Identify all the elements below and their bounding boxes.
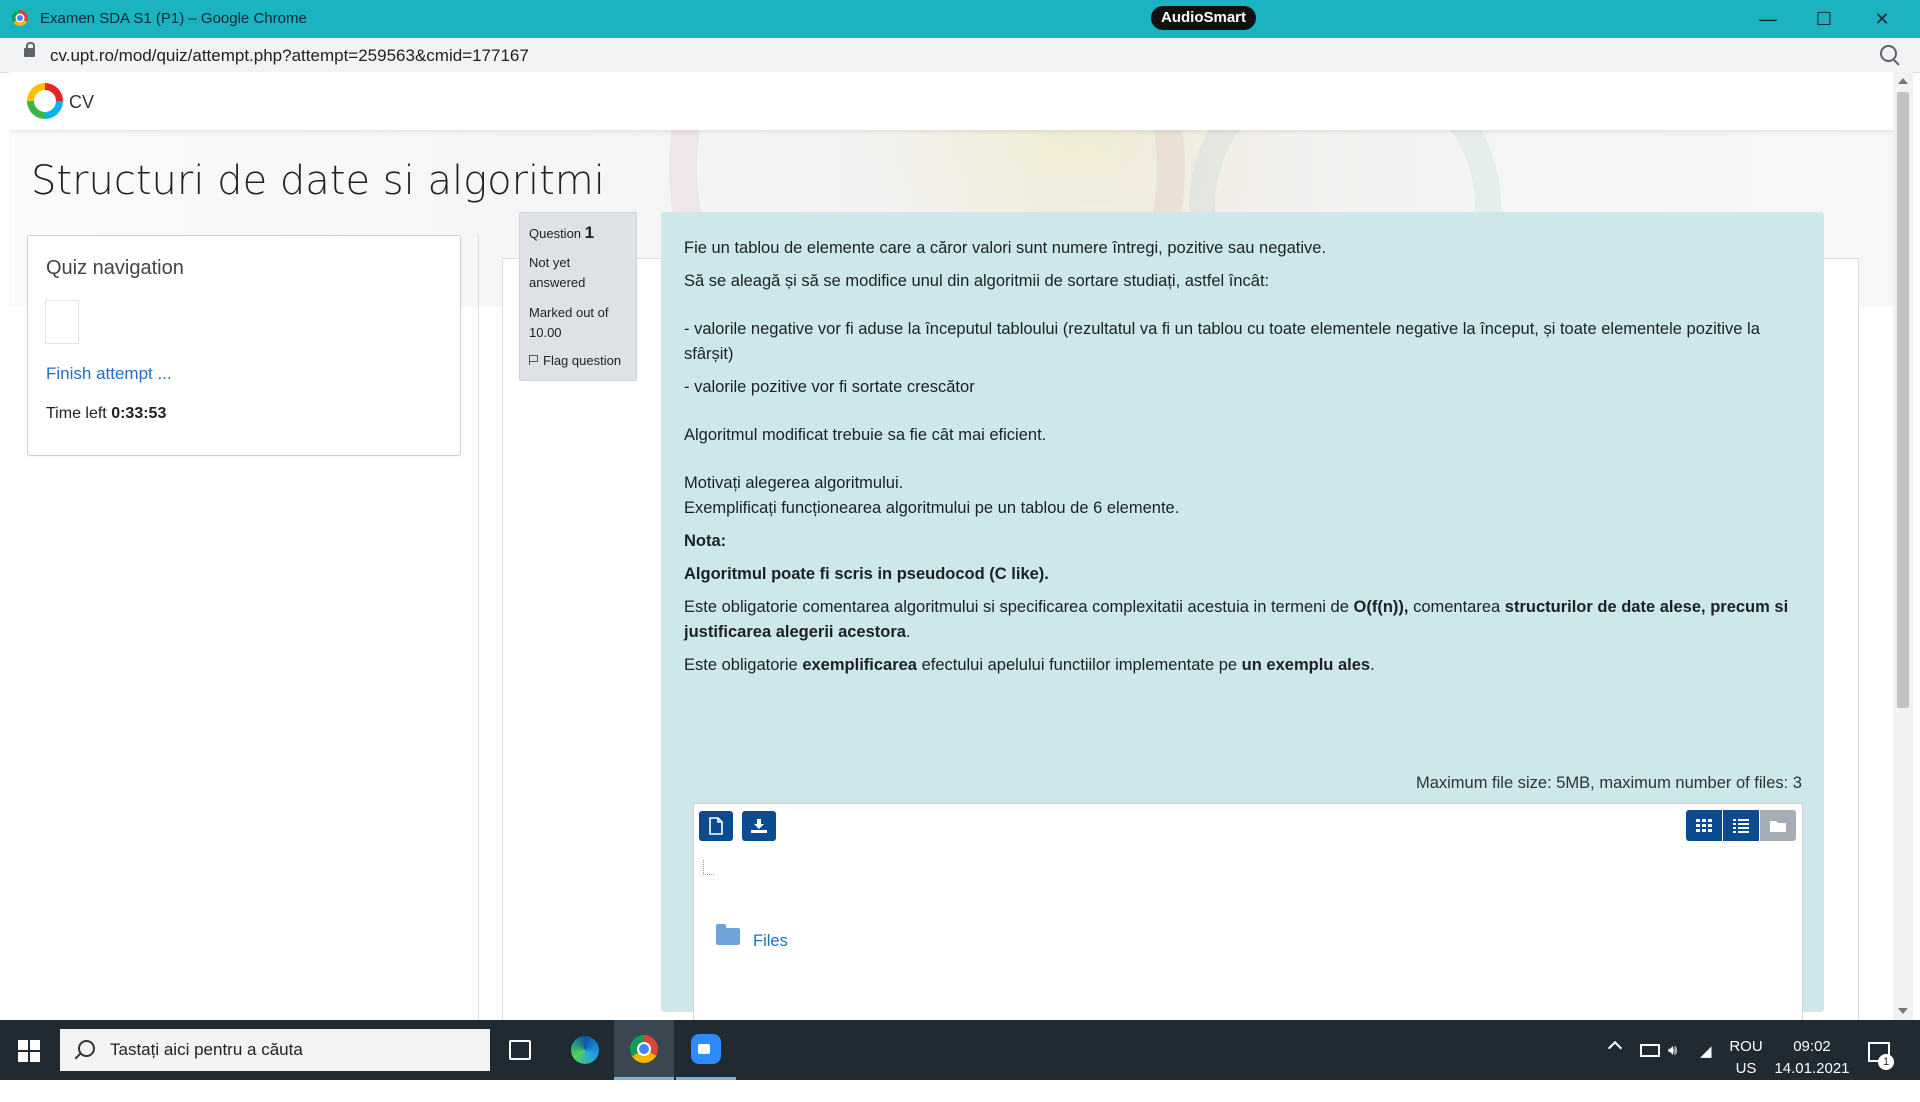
edge-icon[interactable]	[555, 1020, 615, 1080]
language-indicator[interactable]: ROU US	[1729, 1036, 1763, 1080]
taskbar-clock[interactable]: 09:02 14.01.2021	[1770, 1036, 1854, 1080]
chrome-taskbar-icon[interactable]	[614, 1020, 674, 1080]
question-paragraph: Este obligatorie comentarea algoritmului…	[684, 595, 1804, 645]
audiosmart-badge[interactable]: AudioSmart	[1151, 6, 1257, 30]
maximize-button[interactable]: ☐	[1796, 0, 1852, 38]
url-text[interactable]: cv.upt.ro/mod/quiz/attempt.php?attempt=2…	[50, 46, 529, 66]
max-file-info: Maximum file size: 5MB, maximum number o…	[1415, 774, 1802, 792]
question-text-span: .	[1370, 656, 1375, 674]
tree-connector	[703, 860, 714, 875]
question-grade: Marked out of 10.00	[529, 305, 609, 340]
question-1-nav-button[interactable]	[45, 300, 79, 344]
question-text-span: efectului apelului functiilor implementa…	[916, 656, 1242, 674]
time-left: Time left 0:33:53	[46, 405, 166, 423]
network-icon[interactable]: ◢	[1700, 1042, 1712, 1102]
question-text-span: Este obligatorie comentarea algoritmului…	[684, 598, 1354, 616]
scroll-down-arrow-icon[interactable]	[1898, 1008, 1908, 1014]
folder-view-icon	[1770, 821, 1786, 832]
files-folder-link[interactable]: Files	[753, 932, 788, 951]
taskbar-search-box[interactable]: Tastați aici pentru a căuta	[60, 1029, 490, 1071]
question-paragraph: Exemplificați funcționearea algoritmului…	[684, 499, 1180, 517]
keyboard-layout: US	[1735, 1060, 1757, 1077]
file-icon	[709, 817, 723, 835]
note-heading: Nota:	[684, 532, 727, 550]
note-pseudocode: Algoritmul poate fi scris in pseudocod (…	[684, 565, 1049, 583]
clock-date: 14.01.2021	[1774, 1060, 1850, 1077]
question-paragraph: Fie un tablou de elemente care a căror v…	[684, 239, 1327, 257]
question-number-value: 1	[584, 223, 595, 242]
search-icon	[78, 1040, 95, 1057]
page-title: Structuri de date si algoritmi	[31, 158, 605, 204]
finish-attempt-link[interactable]: Finish attempt ...	[46, 364, 172, 384]
question-text: Fie un tablou de elemente care a căror v…	[684, 236, 1804, 678]
zoom-app-icon[interactable]	[676, 1020, 736, 1080]
flag-question-button[interactable]: Flag question	[529, 353, 621, 368]
quiz-navigation-block: Quiz navigation Finish attempt ... Time …	[27, 235, 461, 456]
flag-icon	[529, 355, 539, 365]
question-text-span: comentarea	[1408, 598, 1505, 616]
window-titlebar: Examen SDA S1 (P1) – Google Chrome Audio…	[0, 0, 1920, 38]
view-list-button[interactable]	[1723, 810, 1759, 841]
view-tree-button[interactable]	[1760, 810, 1796, 841]
task-view-icon[interactable]	[490, 1020, 550, 1080]
question-paragraph: Este obligatorie exemplificarea efectulu…	[684, 653, 1804, 678]
question-paragraph: Să se aleagă și să se modifice unul din …	[684, 272, 1270, 290]
clock-time: 09:02	[1793, 1038, 1831, 1055]
filepicker-area[interactable]	[693, 848, 1803, 1029]
site-logo[interactable]	[27, 83, 63, 119]
question-text-bold: exemplificarea	[802, 656, 917, 674]
question-state: Not yet answered	[529, 255, 586, 290]
add-file-button[interactable]	[699, 811, 733, 841]
question-info: Question 1 Not yet answered Marked out o…	[519, 212, 637, 381]
quiz-navigation-title: Quiz navigation	[46, 257, 184, 279]
download-all-button[interactable]	[742, 811, 776, 841]
question-paragraph: Nota:	[684, 529, 1804, 554]
lock-icon[interactable]	[24, 42, 35, 57]
notification-count-badge: 1	[1878, 1054, 1894, 1070]
minimize-button[interactable]: —	[1740, 0, 1796, 38]
site-header: CV	[9, 72, 1893, 130]
view-icons-button[interactable]	[1686, 810, 1722, 841]
window-title: Examen SDA S1 (P1) – Google Chrome	[40, 10, 307, 27]
close-button[interactable]: ✕	[1854, 0, 1910, 38]
flag-question-label: Flag question	[543, 353, 622, 368]
scrollbar-thumb[interactable]	[1897, 92, 1909, 708]
start-windows-icon[interactable]	[18, 1040, 40, 1062]
time-left-value: 0:33:53	[111, 405, 167, 422]
grid-icon	[1696, 818, 1712, 832]
question-paragraph: Algoritmul modificat trebuie sa fie cât …	[684, 426, 1047, 444]
filepicker-toolbar	[693, 803, 1803, 849]
region-divider	[478, 234, 479, 1020]
battery-icon[interactable]	[1640, 1044, 1660, 1057]
language-code: ROU	[1729, 1038, 1763, 1055]
chrome-icon	[12, 10, 28, 26]
address-bar[interactable]: cv.upt.ro/mod/quiz/attempt.php?attempt=2…	[0, 38, 1920, 73]
question-text-span: Este obligatorie	[684, 656, 803, 674]
question-number: Question 1	[529, 223, 594, 243]
question-text-span: .	[905, 623, 911, 641]
question-paragraph: - valorile negative vor fi aduse la înce…	[684, 320, 1760, 363]
question-paragraph: Algoritmul poate fi scris in pseudocod (…	[684, 562, 1804, 587]
windows-taskbar: Tastați aici pentru a căuta	[0, 1020, 1920, 1080]
list-icon	[1733, 818, 1749, 833]
question-paragraph: - valorile pozitive vor fi sortate cresc…	[684, 378, 975, 396]
folder-icon[interactable]	[716, 924, 740, 945]
scroll-up-arrow-icon[interactable]	[1898, 78, 1908, 84]
download-icon	[751, 819, 767, 833]
page-scrollbar[interactable]	[1893, 72, 1913, 1020]
question-text-bold: O(f(n)),	[1353, 598, 1409, 616]
volume-icon[interactable]: 🔊︎	[1668, 1042, 1677, 1102]
question-paragraph: Motivați alegerea algoritmului.	[684, 474, 904, 492]
question-label: Question	[529, 226, 582, 241]
site-name[interactable]: CV	[69, 92, 94, 113]
time-left-label: Time left	[46, 405, 107, 422]
zoom-icon[interactable]	[1880, 45, 1897, 62]
question-text-bold: un exemplu ales	[1241, 656, 1371, 674]
taskbar-search-placeholder: Tastați aici pentru a căuta	[110, 1040, 303, 1059]
